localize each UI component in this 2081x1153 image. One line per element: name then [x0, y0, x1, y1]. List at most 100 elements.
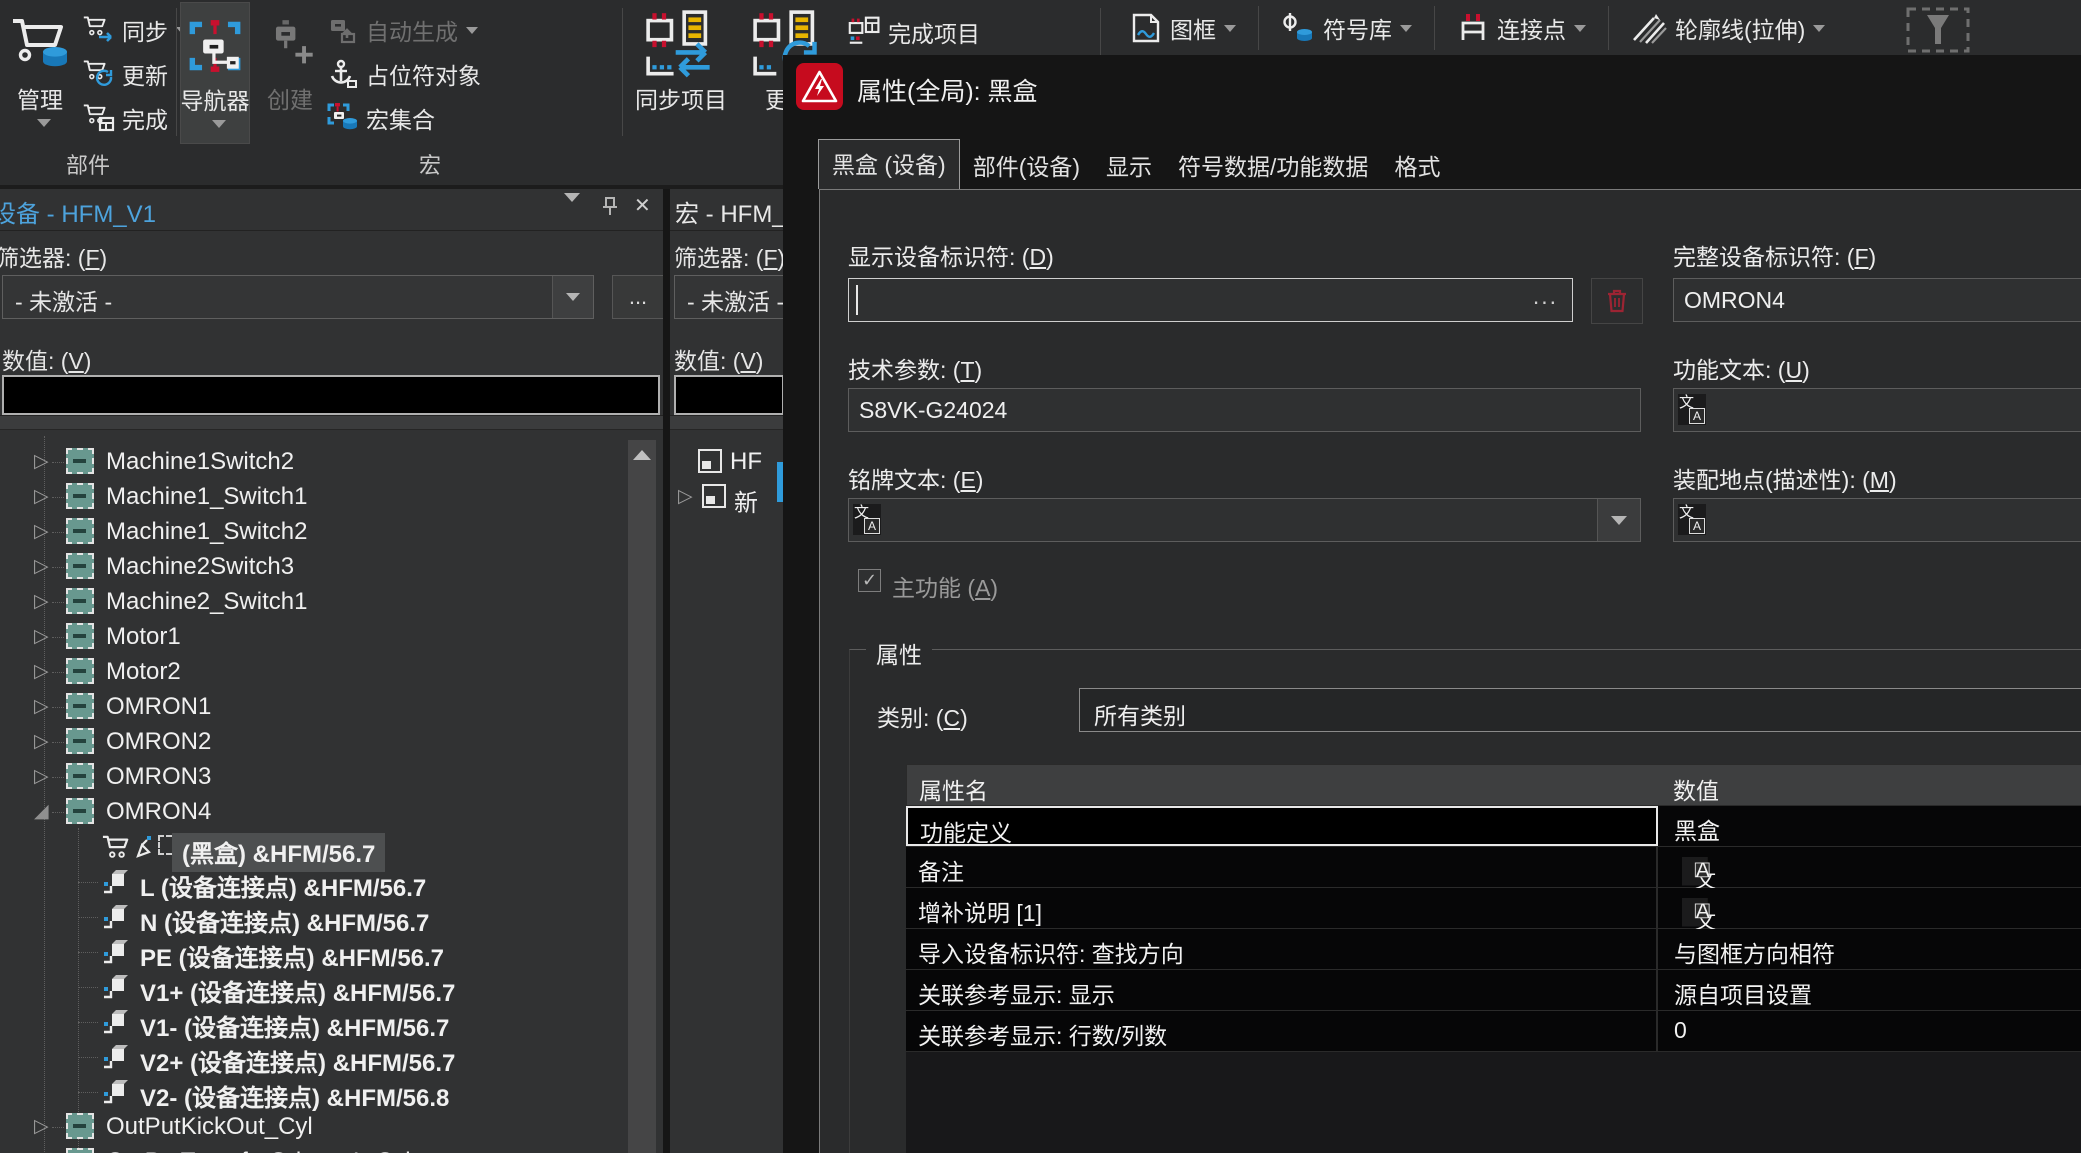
tree-item[interactable]: V2- (设备连接点) &HFM/56.8 — [0, 1075, 663, 1110]
value-input[interactable] — [2, 375, 660, 415]
tree-item[interactable]: ▷Motor1 — [0, 620, 663, 655]
table-row[interactable]: 功能定义 黑盒 — [906, 806, 2081, 847]
tree-item[interactable]: ▷OMRON1 — [0, 690, 663, 725]
collapsed-icon[interactable]: ▷ — [34, 765, 49, 788]
tool-symbol-lib-button[interactable]: 符号库 — [1281, 11, 1412, 45]
tree-item[interactable]: V1+ (设备连接点) &HFM/56.7 — [0, 970, 663, 1005]
tree-item[interactable]: ▷OMRON3 — [0, 760, 663, 795]
collapsed-icon[interactable]: ▷ — [34, 555, 49, 578]
tree-item[interactable]: PE (设备连接点) &HFM/56.7 — [0, 935, 663, 970]
multilanguage-icon[interactable]: 文A — [1678, 394, 1706, 425]
main-function-checkbox[interactable]: ✓ — [858, 569, 881, 592]
mounting-location-input[interactable]: 文A — [1673, 498, 2081, 542]
create-button[interactable]: 创建 — [256, 2, 324, 142]
tree-item[interactable]: ▷OutPutKickOut_Cyl — [0, 1110, 663, 1145]
placeholder-object-button[interactable]: 占位符对象 — [326, 54, 481, 94]
tree-item[interactable]: ▷Machine2Switch3 — [0, 550, 663, 585]
collapsed-icon[interactable]: ▷ — [34, 625, 49, 648]
collapsed-icon[interactable]: ▷ — [34, 1115, 49, 1138]
tree-item[interactable]: ▷新 — [670, 480, 783, 515]
combo-arrow-icon[interactable] — [1597, 499, 1640, 541]
tree-item[interactable]: V1- (设备连接点) &HFM/56.7 — [0, 1005, 663, 1040]
tree-item[interactable]: ▷OutPutTransferGripper1_Cyl — [0, 1145, 663, 1153]
sync-project-button[interactable]: 同步项目 — [628, 2, 734, 142]
tree-item[interactable]: ▷OMRON2 — [0, 725, 663, 760]
collapsed-icon[interactable]: ▷ — [34, 450, 49, 473]
macro-collection-button[interactable]: 宏集合 — [326, 98, 435, 138]
macro-panel-titlebar[interactable]: 宏 - HFM_ — [670, 185, 783, 231]
collapsed-icon[interactable]: ▷ — [34, 520, 49, 543]
table-row[interactable]: 关联参考显示: 显示 源自项目设置 — [906, 970, 2081, 1011]
tab-3[interactable]: 符号数据/功能数据 — [1165, 142, 1381, 189]
finish-button[interactable]: 完成 — [82, 98, 168, 138]
tree-item[interactable]: N (设备连接点) &HFM/56.7 — [0, 900, 663, 935]
collapsed-icon[interactable]: ▷ — [34, 590, 49, 613]
filter-combobox[interactable]: - 未激活 - — [674, 275, 783, 319]
collapsed-icon[interactable]: ▷ — [678, 485, 693, 508]
multilanguage-icon[interactable]: 文A — [853, 504, 881, 535]
tool-connection-point-button[interactable]: 连接点 — [1457, 11, 1586, 45]
tree-item[interactable]: V2+ (设备连接点) &HFM/56.7 — [0, 1040, 663, 1075]
update-button[interactable]: 更新 — [82, 54, 168, 94]
vertical-scrollbar[interactable] — [628, 440, 656, 1153]
tree-item[interactable]: ▷Machine1_Switch2 — [0, 515, 663, 550]
value-input[interactable] — [674, 375, 783, 415]
tree-item[interactable]: ▷Machine1Switch2 — [0, 445, 663, 480]
category-combobox[interactable]: 所有类别 — [1079, 688, 2081, 732]
panel-menu-icon[interactable] — [564, 202, 580, 220]
dialog-title: 属性(全局): 黑盒 — [857, 72, 1038, 108]
full-designation-input[interactable]: OMRON4 — [1673, 278, 2081, 322]
device-panel-title: 设备 - HFM_V1 — [0, 194, 156, 229]
column-header-value[interactable]: 数值 — [1673, 772, 1719, 806]
table-row[interactable]: 关联参考显示: 行数/列数 0 — [906, 1011, 2081, 1052]
collapsed-icon[interactable]: ▷ — [34, 485, 49, 508]
tree-item[interactable]: ◢OMRON4 — [0, 795, 663, 830]
expanded-icon[interactable]: ◢ — [34, 800, 49, 823]
tree-item[interactable]: (黑盒) &HFM/56.7 — [0, 830, 663, 865]
chevron-down-icon — [1400, 25, 1412, 32]
macro-collection-icon — [326, 102, 360, 134]
sync-button[interactable]: 同步 — [82, 10, 188, 50]
filter-combobox[interactable]: - 未激活 - — [2, 275, 594, 319]
pin-icon[interactable] — [600, 196, 620, 223]
complete-project-button[interactable]: 完成项目 — [848, 12, 980, 52]
close-icon[interactable]: ✕ — [634, 193, 651, 218]
display-designation-input[interactable]: ... — [848, 278, 1573, 322]
navigator-button[interactable]: 导航器 — [180, 2, 250, 144]
scroll-up-button[interactable] — [628, 440, 656, 470]
tab-4[interactable]: 格式 — [1381, 142, 1453, 189]
collapsed-icon[interactable]: ▷ — [34, 695, 49, 718]
tab-2[interactable]: 显示 — [1093, 142, 1165, 189]
tab-1[interactable]: 部件(设备) — [960, 142, 1093, 189]
tree-item[interactable]: ▷Motor2 — [0, 655, 663, 690]
tree-item[interactable]: HF — [670, 445, 783, 480]
function-text-input[interactable]: 文A — [1673, 388, 2081, 432]
table-row[interactable]: 导入设备标识符: 查找方向 与图框方向相符 — [906, 929, 2081, 970]
delete-button[interactable] — [1591, 278, 1643, 324]
combo-arrow-icon[interactable] — [552, 276, 593, 318]
column-header-name[interactable]: 属性名 — [919, 772, 988, 806]
tool-contour-button[interactable]: 轮廓线(拉伸) — [1631, 11, 1825, 45]
collapsed-icon[interactable]: ▷ — [34, 730, 49, 753]
tree-item[interactable]: ▷Machine1_Switch1 — [0, 480, 663, 515]
tab-0[interactable]: 黑盒 (设备) — [818, 139, 960, 189]
tool-frame-button[interactable]: 图框 — [1130, 11, 1236, 45]
collapsed-icon[interactable]: ▷ — [34, 660, 49, 683]
tree-item[interactable]: ▷Machine2_Switch1 — [0, 585, 663, 620]
engraving-text-combobox[interactable]: 文A — [848, 498, 1641, 542]
technical-characteristics-input[interactable]: S8VK-G24024 — [848, 388, 1641, 432]
application-window: 管理 同步 更新 完成 部件 导航器 创建 自动生成 — [0, 0, 2081, 1153]
browse-hint[interactable]: ... — [1533, 283, 1558, 310]
table-row[interactable]: 增补说明 [1] 文A — [906, 888, 2081, 929]
device-panel-titlebar[interactable]: 设备 - HFM_V1 ✕ — [0, 185, 663, 231]
cart-icon — [102, 834, 130, 863]
filter-browse-button[interactable]: ... — [612, 275, 663, 319]
manage-button[interactable]: 管理 — [6, 2, 74, 142]
autogenerate-button[interactable]: 自动生成 — [326, 10, 478, 50]
tree-item-label: V1+ (设备连接点) &HFM/56.7 — [140, 973, 455, 1008]
multilanguage-icon[interactable]: 文A — [1678, 504, 1706, 535]
tree-item[interactable]: L (设备连接点) &HFM/56.7 — [0, 865, 663, 900]
funnel-tool-icon[interactable] — [1905, 6, 1971, 59]
macro-panel-title: 宏 - HFM_ — [675, 194, 783, 229]
table-row[interactable]: 备注 文A — [906, 847, 2081, 888]
